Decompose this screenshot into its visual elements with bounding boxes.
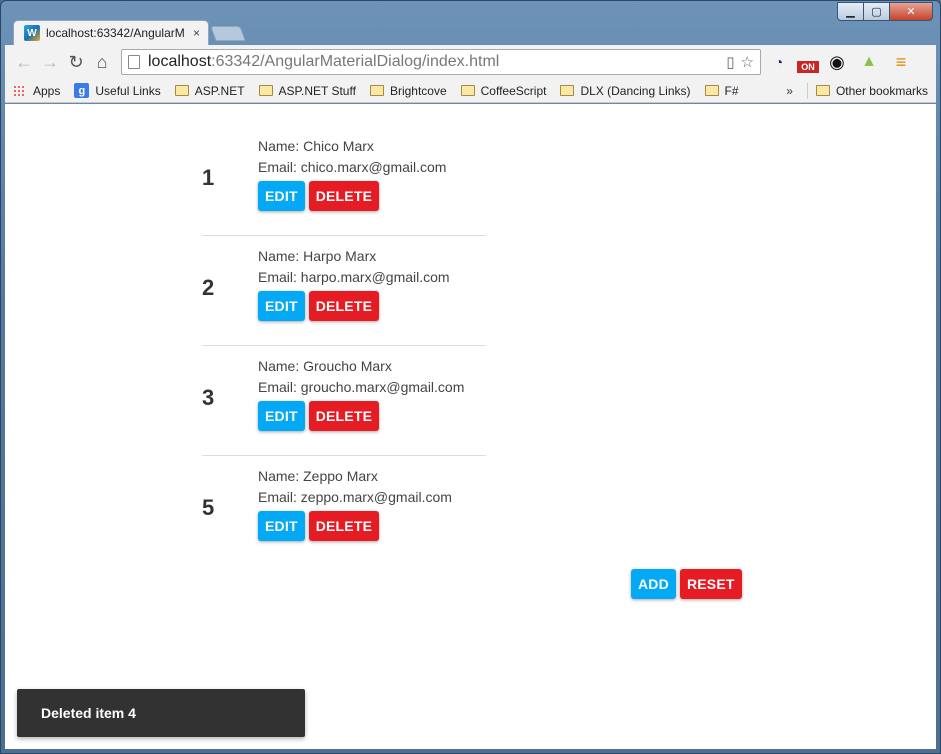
bookmark-label: ASP.NET Stuff [278,83,356,98]
tab-close-icon[interactable]: × [193,26,200,40]
speedometer-extension-icon[interactable]: ◔ [765,49,793,75]
bookmark-folder[interactable]: ASP.NET Stuff [258,83,356,98]
window-controls: ▁ ▢ ✕ [837,2,933,21]
item-number: 1 [202,165,215,190]
bookmark-folder[interactable]: CoffeeScript [460,83,547,98]
apps-grid-icon [13,84,25,97]
chrome-menu-icon[interactable]: ≡ [887,49,915,75]
bookmarks-overflow-chevron-icon[interactable]: » [786,84,793,98]
forward-arrow-icon[interactable]: → [37,49,63,75]
browser-toolbar: ← → ↻ ⌂ localhost :63342/AngularMaterial… [5,45,936,79]
reset-button[interactable]: RESET [679,569,742,599]
page-action-icon[interactable]: ▯ [726,53,734,71]
reload-icon[interactable]: ↻ [63,49,89,75]
item-actions: EDIT DELETE [258,401,383,431]
add-button[interactable]: ADD [631,569,676,599]
other-bookmarks-label: Other bookmarks [835,83,928,98]
edit-button[interactable]: EDIT [258,511,305,541]
maximize-button[interactable]: ▢ [863,2,890,21]
item-details: Name: Groucho Marx Email: groucho.marx@g… [258,356,464,398]
google-icon: g [74,83,90,98]
bookmark-folder[interactable]: ASP.NET [174,83,245,98]
folder-icon [460,85,475,96]
toast-message: Deleted item 4 [41,705,136,721]
item-actions: EDIT DELETE [258,511,383,541]
bookmark-folder[interactable]: Brightcove [369,83,447,98]
delete-button[interactable]: DELETE [308,291,380,321]
edit-button[interactable]: EDIT [258,181,305,211]
item-email: Email: groucho.marx@gmail.com [258,379,465,395]
folder-icon [369,85,384,96]
title-bar: W localhost:63342/AngularM × ▁ ▢ ✕ [1,1,940,45]
bookmarks-bar: Apps g Useful Links ASP.NET ASP.NET Stuf… [5,79,936,103]
delete-button[interactable]: DELETE [308,401,380,431]
url-host: localhost [148,53,212,70]
snackbar-toast: Deleted item 4 [17,689,305,737]
back-arrow-icon[interactable]: ← [11,49,37,75]
other-bookmarks[interactable]: Other bookmarks [815,83,928,98]
item-name: Name: Zeppo Marx [258,468,378,484]
address-bar[interactable]: localhost :63342/AngularMaterialDialog/i… [121,49,761,75]
tab-title: localhost:63342/AngularM [46,26,185,40]
folder-icon [258,85,273,96]
delete-button[interactable]: DELETE [308,511,380,541]
list-item: 1 Name: Chico Marx Email: chico.marx@gma… [202,126,486,236]
item-details: Name: Chico Marx Email: chico.marx@gmail… [258,136,446,178]
list-item: 3 Name: Groucho Marx Email: groucho.marx… [202,346,486,456]
eye-extension-icon[interactable]: ◉ [823,49,851,75]
edit-button[interactable]: EDIT [258,291,305,321]
bookmark-label: Apps [33,83,61,98]
item-details: Name: Zeppo Marx Email: zeppo.marx@gmail… [258,466,452,508]
folder-icon [704,85,719,96]
bookmark-label: CoffeeScript [480,83,547,98]
contact-list: 1 Name: Chico Marx Email: chico.marx@gma… [202,126,486,566]
item-number: 3 [202,385,215,410]
on-badge-extension-icon[interactable]: ON [797,61,819,73]
url-path: :63342/AngularMaterialDialog/index.html [211,53,500,70]
folder-icon [560,85,575,96]
bookmark-useful-links[interactable]: g Useful Links [74,83,161,98]
close-window-button[interactable]: ✕ [889,2,933,21]
page-icon [128,55,140,69]
item-email: Email: chico.marx@gmail.com [258,159,447,175]
item-number: 2 [202,275,215,300]
home-icon[interactable]: ⌂ [89,49,115,75]
bookmark-label: Useful Links [95,83,161,98]
new-tab-button[interactable] [210,26,246,41]
bookmark-apps[interactable]: Apps [13,84,60,98]
minimize-button[interactable]: ▁ [837,2,864,21]
item-name: Name: Harpo Marx [258,248,377,264]
item-actions: EDIT DELETE [258,291,383,321]
page-actions: ADD RESET [631,569,746,599]
list-item: 5 Name: Zeppo Marx Email: zeppo.marx@gma… [202,456,486,566]
bookmark-label: F# [724,83,739,98]
bookmark-folder[interactable]: DLX (Dancing Links) [560,83,691,98]
item-email: Email: harpo.marx@gmail.com [258,269,450,285]
delete-button[interactable]: DELETE [308,181,380,211]
item-name: Name: Chico Marx [258,138,374,154]
item-number: 5 [202,495,215,520]
item-details: Name: Harpo Marx Email: harpo.marx@gmail… [258,246,450,288]
bookmark-star-icon[interactable]: ☆ [741,53,754,71]
page-content: 1 Name: Chico Marx Email: chico.marx@gma… [5,104,936,749]
list-item: 2 Name: Harpo Marx Email: harpo.marx@gma… [202,236,486,346]
item-name: Name: Groucho Marx [258,358,392,374]
android-extension-icon[interactable]: ▲ [855,49,883,75]
folder-icon [815,85,830,96]
item-actions: EDIT DELETE [258,181,383,211]
browser-window: W localhost:63342/AngularM × ▁ ▢ ✕ ← → ↻… [0,0,941,754]
bookmark-label: ASP.NET [194,83,245,98]
bookmark-folder[interactable]: F# [704,83,739,98]
folder-icon [174,85,189,96]
webstorm-favicon-icon: W [24,25,40,41]
edit-button[interactable]: EDIT [258,401,305,431]
bookmarks-divider [806,82,808,99]
bookmark-label: Brightcove [389,83,447,98]
bookmark-label: DLX (Dancing Links) [580,83,691,98]
item-email: Email: zeppo.marx@gmail.com [258,489,452,505]
browser-tab[interactable]: W localhost:63342/AngularM × [13,20,209,45]
